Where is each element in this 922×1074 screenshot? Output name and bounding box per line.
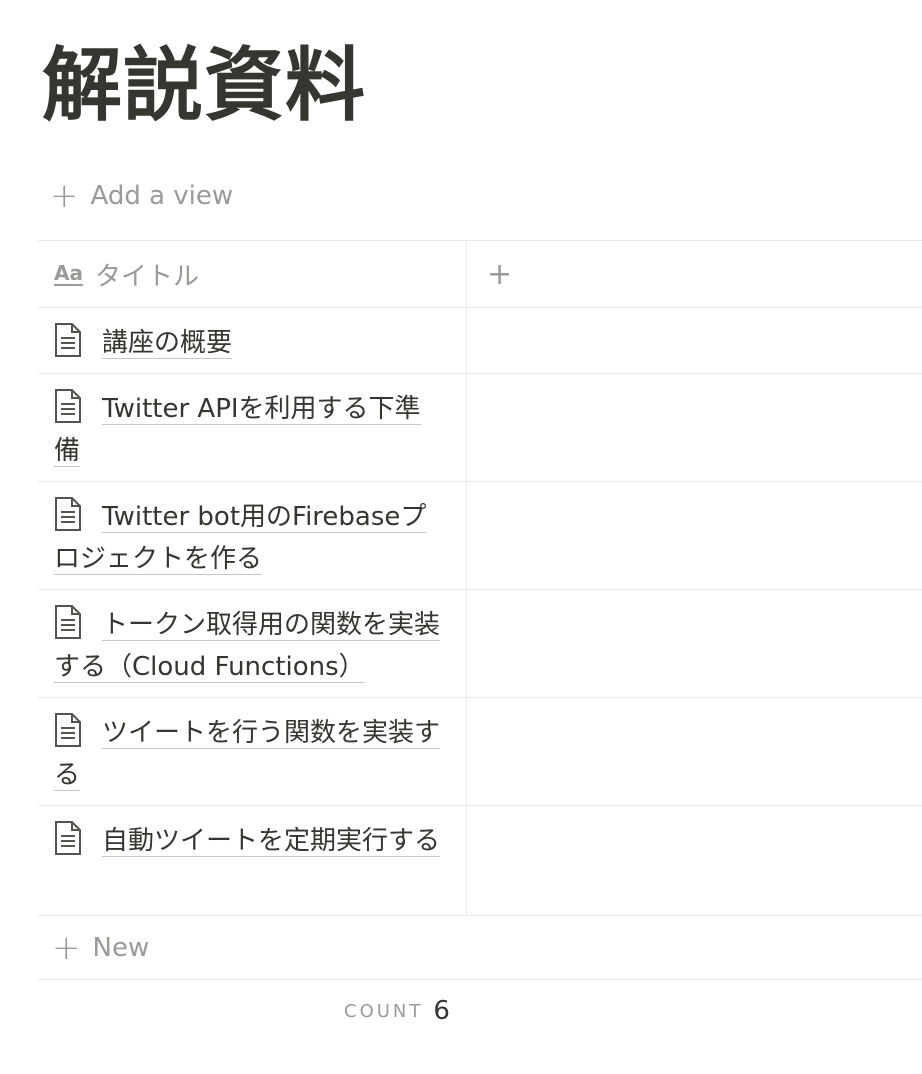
page-icon	[54, 389, 82, 423]
page-link[interactable]: 自動ツイートを定期実行する	[102, 826, 441, 857]
table-row: 講座の概要	[38, 308, 922, 374]
table-row: ツイートを行う関数を実装する	[38, 698, 922, 806]
add-view-button[interactable]: + Add a view	[50, 176, 233, 216]
new-row-button[interactable]: + New	[38, 916, 922, 980]
table-cell-empty[interactable]	[467, 806, 922, 915]
table-cell-empty[interactable]	[467, 308, 922, 373]
column-header-title[interactable]: Aa タイトル	[38, 241, 467, 307]
table-cell-empty[interactable]	[467, 590, 922, 697]
page-link[interactable]: 講座の概要	[102, 328, 233, 359]
page-icon	[54, 821, 82, 855]
database-page: 解説資料 + Add a view Aa タイトル + 講座の概要 Twitte…	[0, 0, 922, 1074]
table-cell-title[interactable]: ツイートを行う関数を実装する	[38, 698, 467, 805]
page-icon	[54, 605, 82, 639]
table-cell-title[interactable]: Twitter APIを利用する下準備	[38, 374, 467, 481]
plus-icon: +	[50, 176, 79, 216]
plus-icon: +	[487, 256, 513, 292]
page-link[interactable]: Twitter APIを利用する下準備	[54, 394, 421, 467]
table-cell-empty[interactable]	[467, 698, 922, 805]
text-property-icon: Aa	[54, 260, 83, 286]
add-property-button[interactable]: +	[467, 241, 922, 307]
table-row: Twitter APIを利用する下準備	[38, 374, 922, 482]
table-header-row: Aa タイトル +	[38, 241, 922, 308]
new-row-label: New	[92, 932, 150, 963]
count-value: 6	[433, 996, 450, 1026]
add-view-label: Add a view	[90, 181, 234, 211]
page-icon	[54, 713, 82, 747]
page-icon	[54, 323, 82, 357]
table-cell-title[interactable]: トークン取得用の関数を実装する（Cloud Functions）	[38, 590, 467, 697]
column-header-label: タイトル	[94, 261, 199, 292]
table-cell-empty[interactable]	[467, 374, 922, 481]
table-cell-title[interactable]: 自動ツイートを定期実行する	[38, 806, 467, 915]
page-icon	[54, 497, 82, 531]
table-cell-empty[interactable]	[467, 482, 922, 589]
page-link[interactable]: トークン取得用の関数を実装する（Cloud Functions）	[54, 610, 441, 683]
page-link[interactable]: Twitter bot用のFirebaseプロジェクトを作る	[54, 502, 427, 575]
table-row: Twitter bot用のFirebaseプロジェクトを作る	[38, 482, 922, 590]
table-row: トークン取得用の関数を実装する（Cloud Functions）	[38, 590, 922, 698]
database-table: Aa タイトル + 講座の概要 Twitter APIを利用する下準備 Twit…	[38, 240, 922, 980]
page-title[interactable]: 解説資料	[42, 34, 366, 138]
count-footer[interactable]: COUNT 6	[344, 996, 450, 1026]
plus-icon: +	[52, 927, 81, 968]
table-cell-title[interactable]: 講座の概要	[38, 308, 467, 373]
table-row: 自動ツイートを定期実行する	[38, 806, 922, 916]
count-label: COUNT	[344, 1000, 424, 1022]
page-link[interactable]: ツイートを行う関数を実装する	[54, 718, 441, 791]
table-cell-title[interactable]: Twitter bot用のFirebaseプロジェクトを作る	[38, 482, 467, 589]
